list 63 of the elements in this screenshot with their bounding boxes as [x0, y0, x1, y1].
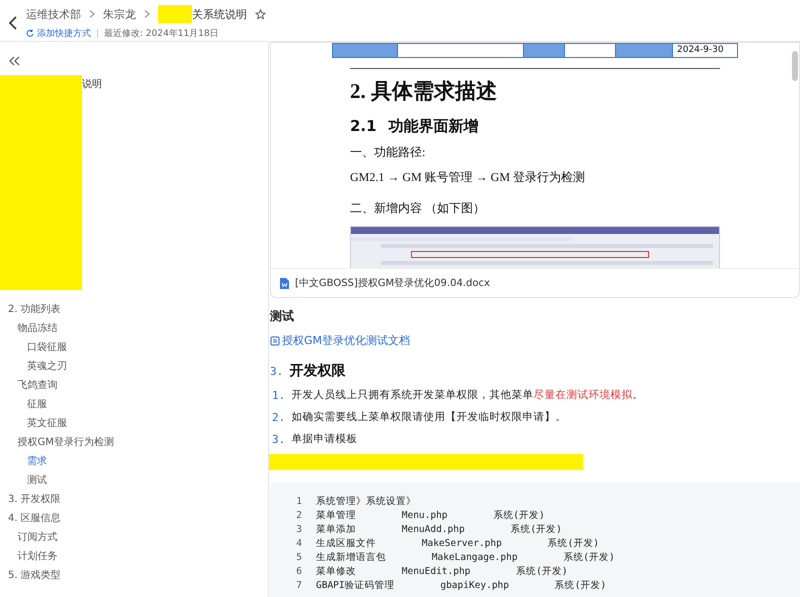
code-line: 菜单添加 MenuAdd.php 系统(开发) [316, 522, 562, 536]
code-line: 系统管理》系统设置》 [316, 494, 416, 508]
code-line: 菜单管理 Menu.php 系统(开发) [316, 508, 545, 522]
list-item-text: 单据申请模板 [291, 432, 358, 446]
code-line: 菜单修改 MenuEdit.php 系统(开发) [316, 564, 568, 578]
list-number: 3. [272, 432, 286, 446]
back-icon[interactable] [8, 16, 18, 30]
outline-item[interactable]: 物品冻结 [18, 319, 58, 338]
outline-item[interactable]: 5. 游戏类型 [8, 566, 61, 585]
list-number: 1. [272, 388, 286, 402]
line-number: 1 [295, 496, 302, 506]
outline-item[interactable]: 英魂之刃 [27, 357, 67, 376]
document-heading: 2. 具体需求描述 [350, 78, 498, 105]
line-number: 5 [295, 552, 302, 562]
chevron-icon [89, 10, 95, 18]
outline-item[interactable]: 2. 功能列表 [8, 300, 61, 319]
word-file-icon [280, 278, 289, 288]
outline-item[interactable]: 授权GM登录行为检测 [18, 433, 114, 452]
attachment-bar[interactable]: [中文GBOSS]授权GM登录优化09.04.docx [271, 268, 799, 297]
subheading-text: 测试 [270, 308, 295, 325]
line-number: 3 [295, 524, 302, 534]
scrollbar[interactable] [792, 51, 798, 81]
section-heading: 功能界面新增 [388, 117, 479, 136]
breadcrumb-link[interactable]: 朱宗龙 [103, 6, 136, 22]
outline-item[interactable]: 3. 开发权限 [8, 490, 61, 509]
section-heading: 开发权限 [289, 362, 346, 380]
star-icon[interactable] [255, 8, 266, 20]
line-number: 6 [295, 566, 302, 576]
table-cell-text: 2024-9-30 [676, 44, 725, 57]
document-title: 说明 [82, 78, 102, 91]
collapse-icon[interactable] [8, 56, 20, 66]
chevron-icon [144, 10, 150, 18]
paragraph-text: GM2.1 → GM 账号管理 → GM 登录行为检测 [350, 169, 586, 186]
outline-item[interactable]: 订阅方式 [18, 528, 58, 547]
code-line: GBAPI验证码管理 gbapiKey.php 系统(开发) [316, 578, 606, 592]
outline-item[interactable]: 英文征服 [27, 414, 67, 433]
shortcut-icon [26, 29, 34, 38]
page-title: 关系统说明 [192, 6, 247, 22]
line-number: 2 [295, 510, 302, 520]
outline-item[interactable]: 口袋征服 [27, 338, 67, 357]
code-line: 生成新增语言包 MakeLangage.php 系统(开发) [316, 550, 615, 564]
outline-item[interactable]: 4. 区服信息 [8, 509, 61, 528]
paragraph-text: 一、功能路径: [350, 144, 426, 161]
list-item-text: 如确实需要线上菜单权限请使用【开发临时权限申请】。 [291, 410, 566, 424]
outline-item[interactable]: 测试 [27, 471, 47, 490]
list-item-text: 开发人员线上只拥有系统开发菜单权限，其他菜单尽量在测试环境模拟。 [291, 388, 644, 402]
redaction-block [158, 5, 192, 23]
outline-item[interactable]: 征服 [27, 395, 47, 414]
outline-item[interactable]: 计划任务 [18, 547, 58, 566]
section-number: 3. [270, 364, 284, 378]
line-number: 4 [295, 538, 302, 548]
code-line: 生成区服文件 MakeServer.php 系统(开发) [316, 536, 600, 550]
document-icon [270, 336, 280, 346]
breadcrumb-link[interactable]: 运维技术部 [26, 6, 81, 22]
outline-item[interactable]: 飞鸽查询 [18, 376, 58, 395]
line-number: 7 [295, 580, 302, 590]
paragraph-text: 二、新增内容 （如下图） [350, 200, 486, 217]
last-modified-text: 最近修改: 2024年11月18日 [104, 28, 219, 40]
add-shortcut-link[interactable]: 添加快捷方式 [26, 27, 91, 40]
document-link[interactable]: 授权GM登录优化测试文档 [270, 333, 410, 348]
outline-item[interactable]: 需求 [27, 452, 47, 471]
section-number: 2.1 [350, 117, 377, 136]
list-number: 2. [272, 410, 286, 424]
